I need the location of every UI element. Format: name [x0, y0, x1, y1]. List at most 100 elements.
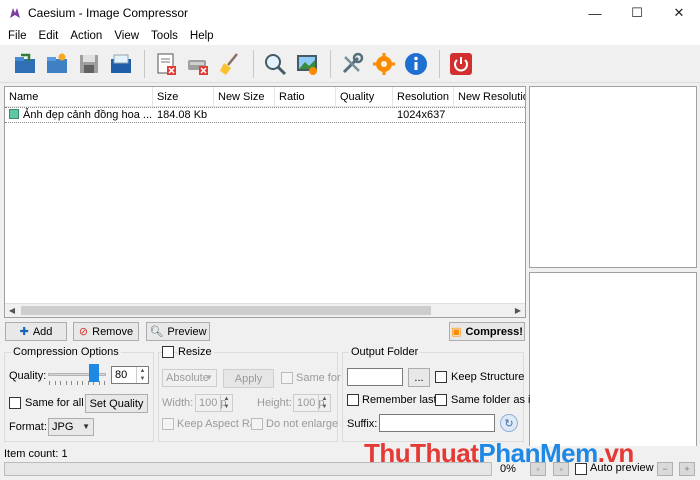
clear-list-button[interactable] — [183, 49, 213, 79]
menu-file[interactable]: File — [2, 30, 33, 42]
remember-last-checkbox[interactable] — [347, 394, 359, 406]
suffix-input[interactable] — [379, 414, 495, 432]
keep-structure-checkbox[interactable] — [435, 371, 447, 383]
menu-edit[interactable]: Edit — [33, 30, 65, 42]
menu-view[interactable]: View — [108, 30, 145, 42]
resize-title: Resize — [178, 346, 214, 358]
zoom-in-button[interactable]: + — [679, 462, 695, 476]
preview-zoom-button[interactable] — [260, 49, 290, 79]
spin-arrows-icon[interactable]: ▲ ▼ — [136, 367, 148, 383]
watermark-part-2: PhanMem — [478, 438, 598, 468]
clear-list-icon — [188, 59, 208, 75]
quality-label: Quality: — [9, 370, 47, 382]
open-folder-button[interactable] — [42, 49, 72, 79]
scroll-left-arrow-icon[interactable]: ◀ — [5, 304, 19, 317]
settings-button[interactable] — [369, 49, 399, 79]
resize-checkbox[interactable] — [162, 346, 174, 358]
column-header-new-resolution[interactable]: New Resolutio — [454, 87, 525, 106]
quality-slider-thumb[interactable] — [89, 364, 100, 382]
spin-arrows-icon: ▲ ▼ — [318, 395, 330, 411]
toolbar — [0, 45, 700, 83]
menu-help[interactable]: Help — [184, 30, 220, 42]
cell-size: 184.08 Kb — [157, 109, 208, 121]
open-file-button[interactable] — [10, 49, 40, 79]
open-list-icon — [111, 54, 131, 73]
menu-bar: File Edit Action View Tools Help — [0, 26, 700, 45]
column-header-ratio[interactable]: Ratio — [275, 87, 336, 106]
close-button[interactable]: ✕ — [658, 0, 700, 26]
preview-button[interactable]: 🔍︎ Preview — [146, 322, 210, 341]
compress-image-icon: ▣ — [451, 326, 462, 338]
resize-mode-value: Absolute — [166, 372, 209, 384]
same-folder-label: Same folder as i — [451, 394, 531, 406]
width-spinbox: 100 p ▲ ▼ — [195, 394, 233, 412]
column-header-resolution[interactable]: Resolution — [393, 87, 454, 106]
compress-button-label: Compress! — [465, 325, 523, 338]
maximize-button[interactable]: ☐ — [616, 0, 658, 26]
menu-action[interactable]: Action — [64, 30, 108, 42]
browse-button[interactable]: ... — [408, 368, 430, 387]
remember-last-label: Remember last f — [362, 394, 443, 406]
add-button-label: Add — [32, 325, 53, 338]
cell-new-resolution — [454, 108, 525, 122]
remove-button[interactable]: ⊘ Remove — [73, 322, 139, 341]
column-header-quality[interactable]: Quality — [336, 87, 393, 106]
magnifier-icon: 🔍︎ — [149, 326, 164, 338]
format-label: Format: — [9, 421, 47, 433]
file-name: Ảnh đẹp cảnh đồng hoa ... — [23, 109, 153, 121]
info-icon — [405, 52, 427, 75]
quality-spinbox[interactable]: 80 ▲ ▼ — [111, 366, 149, 384]
clean-button[interactable] — [215, 49, 245, 79]
output-folder-title: Output Folder — [349, 346, 421, 358]
refresh-icon[interactable]: ↻ — [500, 414, 518, 432]
image-file-icon — [9, 109, 19, 119]
same-for-label: Same for — [296, 372, 341, 384]
set-quality-button[interactable]: Set Quality — [85, 394, 148, 413]
apply-button: Apply — [223, 369, 274, 388]
tools-icon — [342, 52, 364, 73]
remove-item-icon — [157, 53, 176, 75]
format-select[interactable]: JPG ▼ — [48, 418, 94, 436]
compress-button[interactable]: ▣ Compress! — [449, 322, 525, 341]
scrollbar-thumb[interactable] — [21, 306, 431, 315]
info-button[interactable] — [401, 49, 431, 79]
image-settings-icon — [297, 54, 317, 75]
cell-new-size — [214, 108, 275, 122]
cell-quality — [336, 108, 393, 122]
scroll-right-arrow-icon[interactable]: ▶ — [511, 304, 525, 317]
output-folder-input[interactable] — [347, 368, 403, 386]
open-file-icon — [15, 53, 35, 73]
column-header-new-size[interactable]: New Size — [214, 87, 275, 106]
add-button[interactable]: ✚ Add — [5, 322, 67, 341]
image-settings-button[interactable] — [292, 49, 322, 79]
column-header-size[interactable]: Size — [153, 87, 214, 106]
same-for-all-checkbox[interactable] — [9, 397, 21, 409]
tools-button[interactable] — [337, 49, 367, 79]
column-header-name[interactable]: Name — [5, 87, 153, 106]
toolbar-separator — [144, 49, 145, 78]
suffix-label: Suffix: — [347, 418, 378, 430]
keep-aspect-label: Keep Aspect Ra — [177, 418, 256, 430]
table-row[interactable]: Ảnh đẹp cảnh đồng hoa ... 184.08 Kb 1024… — [5, 107, 525, 123]
file-list[interactable]: Name Size New Size Ratio Quality Resolut… — [4, 86, 526, 318]
cell-ratio — [275, 108, 336, 122]
save-list-button[interactable] — [74, 49, 104, 79]
chevron-down-icon: ▼ — [205, 373, 213, 382]
zoom-out-button[interactable]: − — [657, 462, 673, 476]
exit-button[interactable] — [446, 49, 476, 79]
magnifier-icon — [265, 53, 287, 75]
toolbar-separator — [330, 49, 331, 78]
preview-button-label: Preview — [167, 325, 207, 338]
do-not-enlarge-label: Do not enlarge i — [266, 418, 344, 430]
menu-tools[interactable]: Tools — [145, 30, 184, 42]
remove-item-button[interactable] — [151, 49, 181, 79]
horizontal-scrollbar[interactable]: ◀ ▶ — [5, 303, 525, 317]
broom-icon — [220, 52, 238, 75]
spin-arrows-icon: ▲ ▼ — [220, 395, 232, 411]
resize-mode-select: Absolute ▼ — [162, 369, 217, 387]
minimize-button[interactable]: — — [574, 0, 616, 26]
open-list-button[interactable] — [106, 49, 136, 79]
no-entry-icon: ⊘ — [78, 326, 89, 338]
same-folder-checkbox[interactable] — [435, 394, 447, 406]
quality-value: 80 — [115, 369, 128, 381]
